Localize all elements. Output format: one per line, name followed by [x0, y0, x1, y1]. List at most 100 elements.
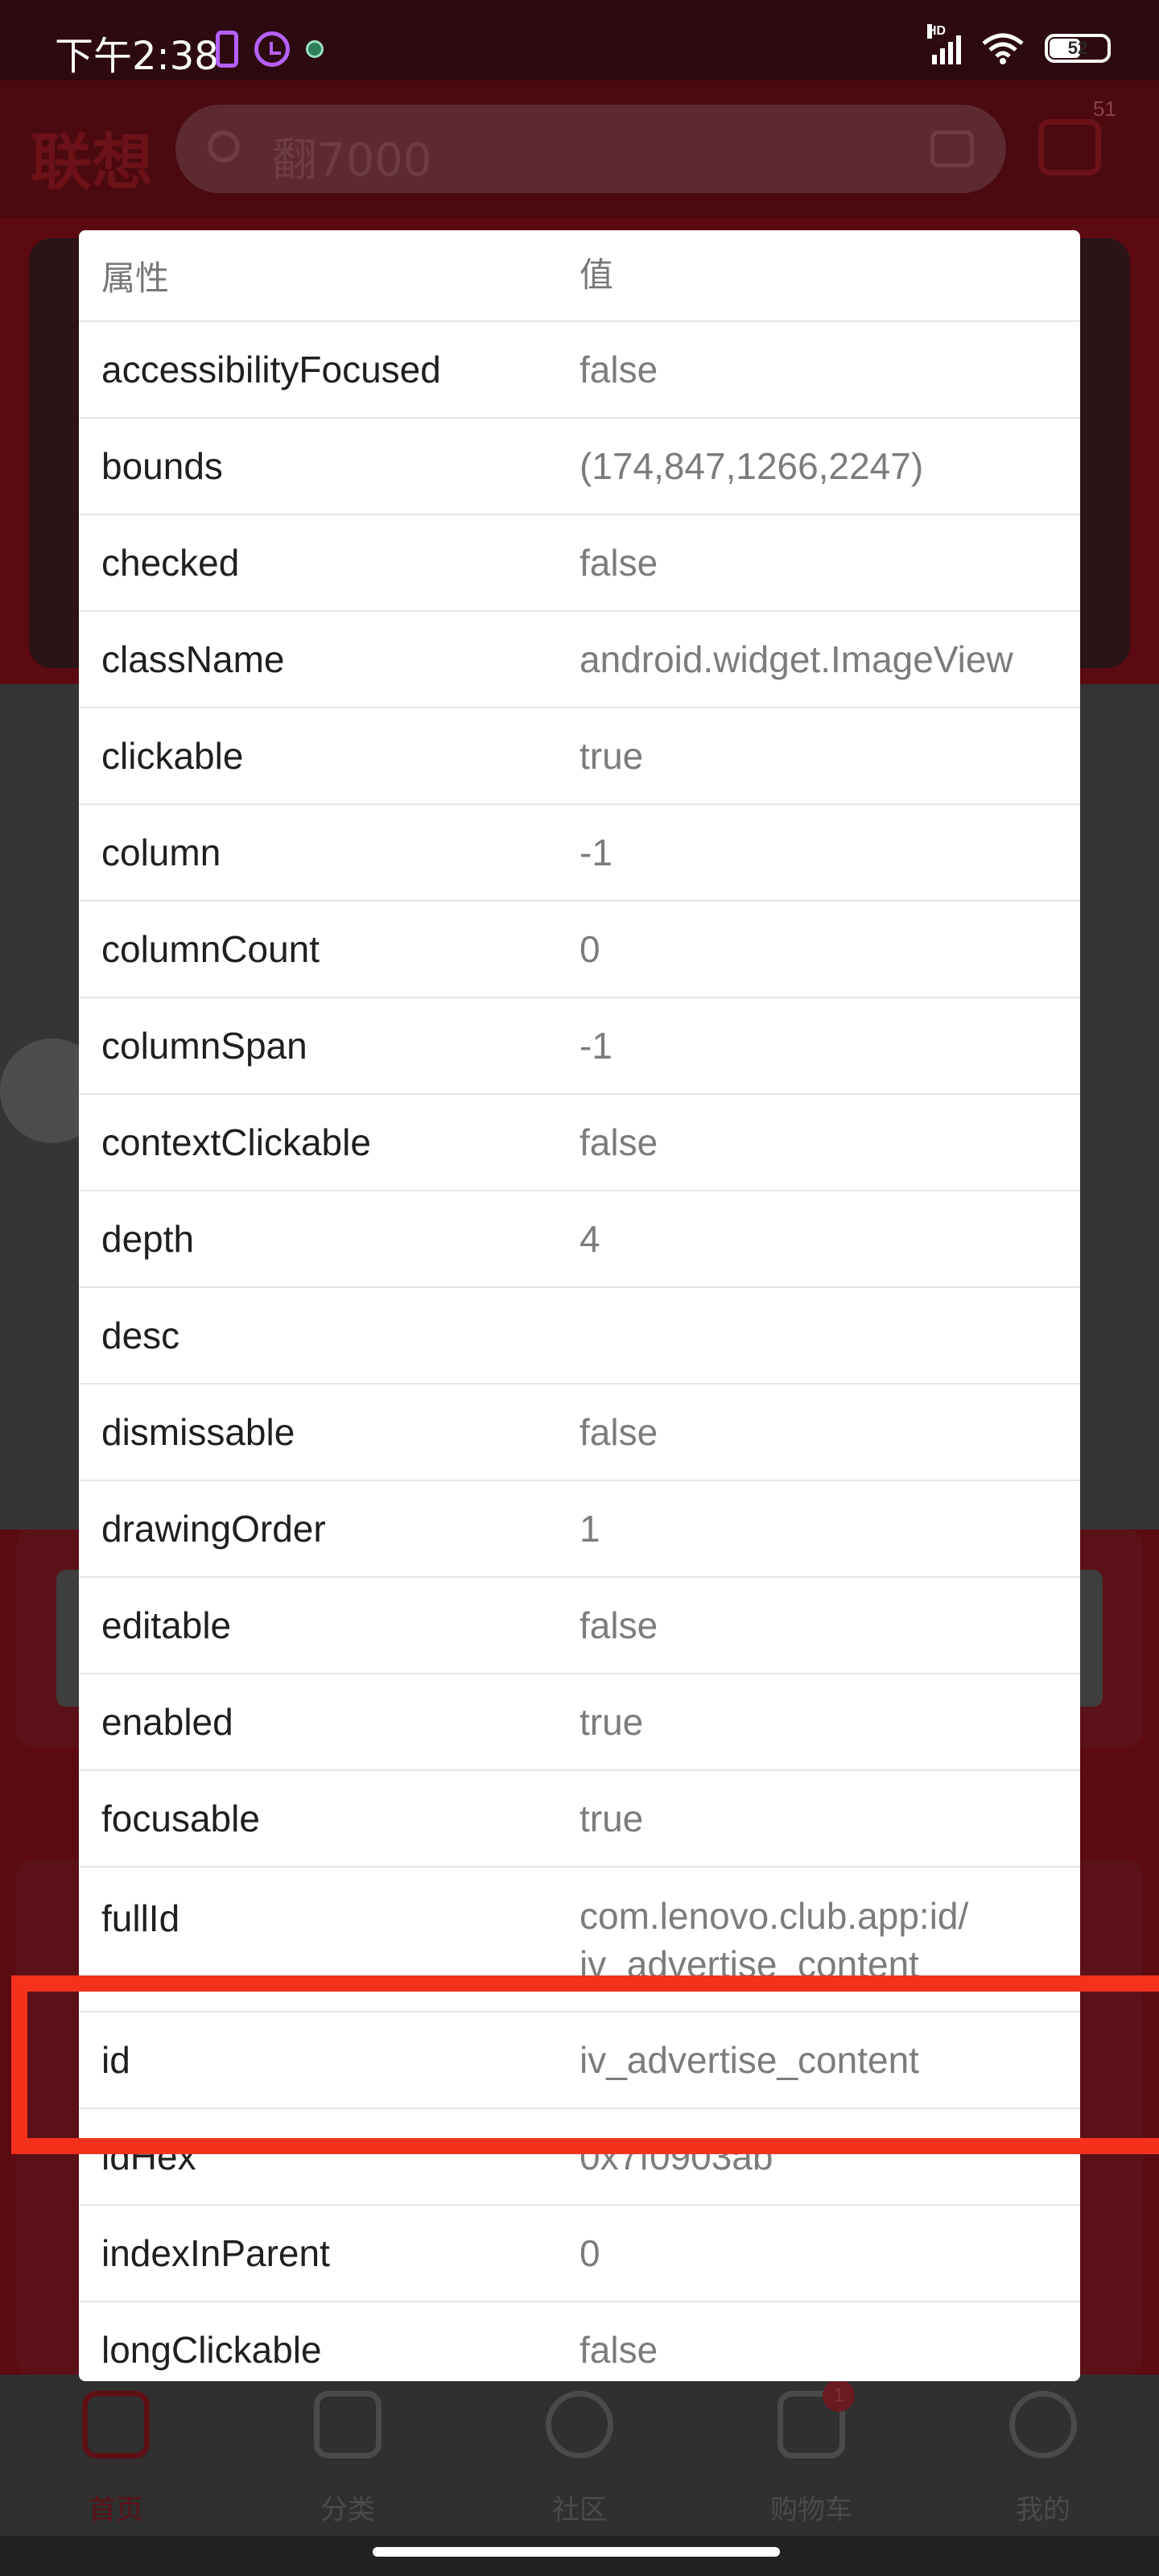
property-value: com.lenovo.club.app:id/ iv_advertise_con…: [580, 1895, 969, 1985]
property-row[interactable]: drawingOrder 1: [79, 1480, 1080, 1576]
property-key: focusable: [101, 1798, 260, 1839]
property-value: 1: [580, 1508, 600, 1550]
battery-icon: 52: [1045, 34, 1111, 63]
property-value: false: [580, 1121, 658, 1163]
property-value: (174,847,1266,2247): [580, 445, 924, 487]
nav-item-category[interactable]: 分类: [232, 2375, 464, 2536]
header-value: 值: [580, 255, 614, 295]
message-badge: 51: [1093, 97, 1116, 121]
property-row[interactable]: clickable true: [79, 707, 1080, 803]
header-key: 属性: [101, 258, 170, 298]
property-row[interactable]: columnCount 0: [79, 900, 1080, 997]
gesture-area: [0, 2536, 1159, 2576]
search-icon: [208, 130, 240, 163]
phone-icon: [216, 31, 238, 68]
property-value: false: [580, 542, 658, 584]
property-value: true: [580, 1798, 644, 1839]
property-key: enabled: [101, 1701, 233, 1743]
nav-item-profile[interactable]: 我的: [927, 2375, 1159, 2536]
nav-item-cart[interactable]: 1 购物车: [695, 2375, 927, 2536]
property-key: columnSpan: [101, 1025, 307, 1067]
property-row[interactable]: bounds (174,847,1266,2247): [79, 417, 1080, 514]
app-header: 联想 翻7000 51: [0, 80, 1159, 217]
nav-item-community[interactable]: 社区: [464, 2375, 695, 2536]
property-value: 4: [580, 1218, 600, 1260]
property-key: clickable: [101, 735, 244, 777]
property-row[interactable]: checked false: [79, 514, 1080, 610]
property-value: -1: [580, 832, 612, 873]
property-value: true: [580, 735, 644, 777]
property-key: editable: [101, 1604, 232, 1646]
app-notification-icon: [306, 40, 324, 58]
status-system-icons: HD 52: [927, 24, 1111, 64]
scan-icon[interactable]: [930, 130, 974, 167]
cart-badge: 1: [823, 2380, 855, 2412]
property-key: depth: [101, 1218, 195, 1260]
message-icon[interactable]: [1038, 119, 1101, 175]
nav-item-home[interactable]: 首页: [0, 2375, 232, 2536]
alarm-icon: [254, 31, 290, 67]
property-row[interactable]: fullId com.lenovo.club.app:id/ iv_adverti…: [79, 1866, 1080, 2011]
property-key: bounds: [101, 445, 223, 487]
bottom-nav: 首页 分类 社区 1 购物车 我的: [0, 2375, 1159, 2536]
home-icon: [82, 2391, 150, 2458]
search-bar[interactable]: 翻7000: [175, 105, 1006, 193]
property-row[interactable]: contextClickable false: [79, 1093, 1080, 1190]
property-key: dismissable: [101, 1411, 295, 1453]
property-row[interactable]: depth 4: [79, 1190, 1080, 1286]
property-row[interactable]: indexInParent 0: [79, 2204, 1080, 2301]
property-value: false: [580, 1604, 658, 1646]
nav-label: 首页: [89, 2494, 143, 2526]
planet-icon: [546, 2391, 613, 2458]
property-row[interactable]: accessibilityFocused false: [79, 320, 1080, 417]
property-value: 0: [580, 928, 600, 970]
property-value: false: [580, 1411, 658, 1453]
property-row[interactable]: idHex 0x7f0903ab: [79, 2107, 1080, 2204]
property-value: false: [580, 2329, 658, 2371]
property-row[interactable]: longClickable false: [79, 2301, 1080, 2381]
property-row[interactable]: focusable true: [79, 1769, 1080, 1866]
gesture-bar[interactable]: [373, 2547, 780, 2557]
property-row[interactable]: desc: [79, 1286, 1080, 1383]
grid-icon: [314, 2391, 382, 2458]
property-value: iv_advertise_content: [580, 2039, 919, 2081]
panel-header: 属性 值: [79, 230, 1080, 320]
status-time: 下午2:38: [55, 34, 219, 79]
property-key: id: [101, 2039, 130, 2081]
nav-label: 分类: [320, 2494, 375, 2526]
property-panel[interactable]: 属性 值 accessibilityFocused false bounds (174…: [79, 230, 1080, 2381]
search-placeholder: 翻7000: [272, 134, 432, 187]
property-key: idHex: [101, 2136, 196, 2178]
property-row[interactable]: className android.widget.ImageView: [79, 610, 1080, 707]
smile-icon: [1009, 2391, 1077, 2458]
property-key: checked: [101, 542, 240, 584]
property-key: desc: [101, 1315, 180, 1356]
brand-logo: 联想: [31, 126, 153, 198]
property-row[interactable]: enabled true: [79, 1673, 1080, 1769]
property-key: longClickable: [101, 2329, 322, 2371]
property-value: true: [580, 1701, 644, 1743]
property-key: contextClickable: [101, 1121, 371, 1163]
property-key: indexInParent: [101, 2232, 330, 2274]
nav-label: 购物车: [770, 2494, 852, 2526]
property-value: 0: [580, 2232, 600, 2274]
property-row[interactable]: column -1: [79, 803, 1080, 900]
property-row[interactable]: id iv_advertise_content: [79, 2011, 1080, 2107]
property-value: -1: [580, 1025, 612, 1067]
property-value: false: [580, 349, 658, 390]
property-value: android.widget.ImageView: [580, 638, 1013, 680]
property-value: [580, 1288, 1062, 1383]
property-row[interactable]: columnSpan -1: [79, 997, 1080, 1093]
status-notification-icons: [216, 31, 324, 68]
nav-label: 社区: [552, 2494, 607, 2526]
property-row[interactable]: dismissable false: [79, 1383, 1080, 1480]
hd-label: HD: [927, 24, 947, 39]
property-key: className: [101, 638, 285, 680]
property-row[interactable]: editable false: [79, 1576, 1080, 1673]
property-key: column: [101, 832, 221, 873]
property-key: accessibilityFocused: [101, 349, 441, 390]
wifi-icon: [982, 33, 1024, 64]
property-key: columnCount: [101, 928, 320, 970]
property-value: 0x7f0903ab: [580, 2136, 773, 2178]
property-key: drawingOrder: [101, 1508, 326, 1550]
